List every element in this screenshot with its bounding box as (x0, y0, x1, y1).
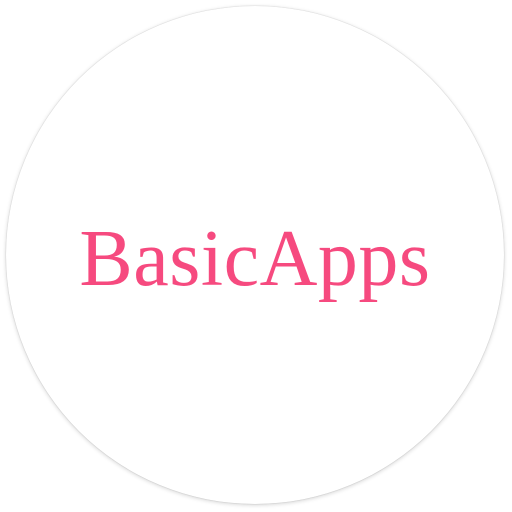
app-icon-circle[interactable]: BasicApps (6, 6, 504, 504)
app-name-text: BasicApps (79, 215, 431, 303)
icon-canvas: BasicApps (0, 0, 512, 512)
